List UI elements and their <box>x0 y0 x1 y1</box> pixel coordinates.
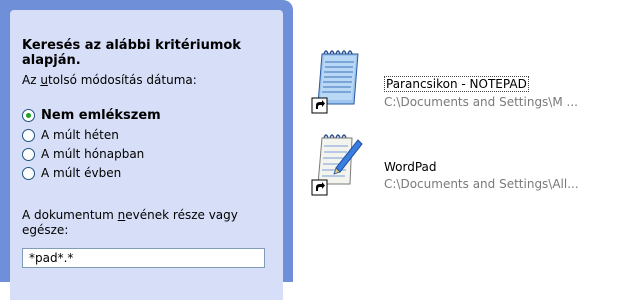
wordpad-shortcut-icon <box>311 134 363 196</box>
result-path: C:\Documents and Settings\M ... <box>384 95 578 109</box>
radio-button[interactable] <box>22 108 35 122</box>
result-title: WordPad <box>384 160 437 174</box>
radio-dont-remember[interactable]: Nem emlékszem <box>22 106 161 124</box>
search-heading: Keresés az alábbi kritériumok alapján. <box>22 38 241 68</box>
result-item-notepad[interactable]: Parancsikon - NOTEPAD C:\Documents and S… <box>310 42 617 122</box>
radio-last-week[interactable]: A múlt héten <box>22 126 119 144</box>
result-item-wordpad[interactable]: WordPad C:\Documents and Settings\All... <box>310 126 617 206</box>
result-title: Parancsikon - NOTEPAD <box>384 76 529 92</box>
radio-last-month[interactable]: A múlt hónapban <box>22 145 144 163</box>
radio-button[interactable] <box>22 147 35 161</box>
result-path: C:\Documents and Settings\All... <box>384 177 579 191</box>
document-name-input[interactable] <box>22 248 265 268</box>
notepad-shortcut-icon <box>311 50 359 114</box>
radio-last-year[interactable]: A múlt évben <box>22 164 121 182</box>
date-label: Az utolsó módosítás dátuma: <box>22 73 197 87</box>
document-name-label: A dokumentum nevének része vagy egésze: <box>22 208 238 237</box>
radio-button[interactable] <box>22 166 35 180</box>
radio-button[interactable] <box>22 128 35 142</box>
